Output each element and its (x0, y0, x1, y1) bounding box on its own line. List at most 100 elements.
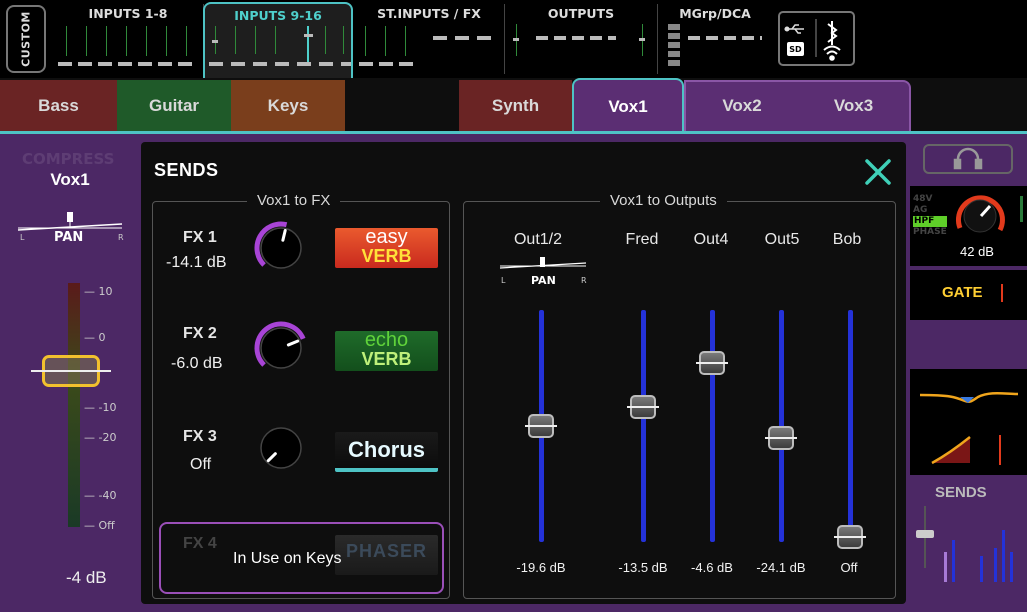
scale-mark: — -40 (84, 489, 117, 502)
scale-mark: — 0 (84, 331, 106, 344)
fx2-logo-bottom: VERB (361, 349, 412, 369)
fred-value: -13.5 dB (618, 560, 668, 575)
dca-caps (688, 36, 762, 40)
channel-fader[interactable]: — 10 — 0 — -10 — -20 — -40 — Off (14, 275, 134, 535)
bank-divider (657, 4, 658, 74)
bank-mgrp-dca[interactable]: MGrp/DCA (660, 2, 770, 76)
fred-name: Fred (625, 231, 659, 248)
mini-fader (186, 26, 187, 56)
fx1-value: -14.1 dB (166, 254, 227, 271)
fx1-easyverb-button[interactable]: easy VERB (335, 228, 438, 268)
connectivity-status[interactable]: SD (778, 11, 855, 66)
bank-inputs-9-16[interactable]: INPUTS 9-16 (203, 2, 353, 78)
mini-send-bar (1010, 552, 1013, 582)
sends-section-label: SENDS (935, 484, 987, 501)
bank-stereo-inputs-fx[interactable]: ST.INPUTS / FX (355, 2, 503, 76)
fred-fader-cap[interactable] (627, 395, 659, 419)
out4-fader-cap[interactable] (696, 351, 728, 375)
tab-keys[interactable]: Keys (231, 80, 345, 132)
mini-send-bar (994, 548, 997, 582)
gate-button[interactable]: GATE (910, 270, 1027, 320)
gate-meter (1001, 284, 1003, 302)
close-button[interactable] (862, 156, 894, 188)
output-caps (536, 36, 616, 40)
mini-fader (343, 26, 344, 54)
out-pan-right: R (581, 276, 587, 285)
channel-meter (68, 283, 80, 527)
bob-name: Bob (832, 231, 862, 248)
mini-fader (325, 26, 326, 54)
sends-title: SENDS (154, 160, 219, 180)
headphones-icon (953, 147, 983, 170)
pan-marker (67, 212, 73, 222)
custom-bank-button[interactable]: CUSTOM (6, 5, 46, 73)
channel-pan-control[interactable]: PAN L R (14, 208, 126, 250)
fx3-name: FX 3 (183, 428, 217, 445)
gain-value: 42 dB (960, 244, 994, 259)
fx3-logo: Chorus (348, 437, 425, 462)
bank-outputs-label: OUTPUTS (547, 6, 615, 21)
fx2-echoverb-button[interactable]: echo VERB (335, 331, 438, 371)
gain-knob (963, 199, 997, 233)
out-pan-label: PAN (531, 274, 556, 287)
mini-fader (405, 26, 406, 56)
bank-inputs-1-8[interactable]: INPUTS 1-8 (54, 2, 202, 76)
out12-fader-cap[interactable] (525, 414, 557, 438)
mini-fader-caps (209, 62, 351, 66)
headphone-button[interactable] (923, 144, 1013, 174)
tab-guitar-label: Guitar (148, 96, 200, 115)
mini-fader-cap (212, 40, 218, 43)
outputs-group-label: Vox1 to Outputs (600, 192, 727, 209)
mini-fader (235, 26, 236, 54)
fx2-send-knob[interactable] (253, 320, 309, 376)
bank-outputs[interactable]: OUTPUTS (506, 2, 656, 76)
channel-pan-left: L (20, 233, 25, 242)
tab-vox2[interactable]: Vox2 (686, 80, 798, 132)
tag-ag: AG (913, 205, 928, 215)
tab-synth[interactable]: Synth (459, 80, 572, 132)
bank-stereo-inputs-fx-label: ST.INPUTS / FX (377, 6, 481, 21)
scale-mark: — Off (84, 519, 115, 532)
compressor-button[interactable] (910, 423, 1027, 475)
tab-vox1[interactable]: Vox1 (572, 78, 684, 134)
preamp-panel[interactable]: 48V AG HPF PHASE 42 dB (910, 186, 1027, 266)
tab-vox2-label: Vox2 (722, 96, 762, 115)
fred-fader-track (641, 310, 646, 542)
fx-group-label: Vox1 to FX (247, 192, 341, 209)
mini-fader (275, 26, 276, 54)
fx3-value: Off (190, 456, 212, 473)
tab-synth-label: Synth (491, 96, 540, 115)
tag-48v: 48V (913, 194, 933, 204)
wifi-icon (823, 45, 841, 61)
fx3-chorus-button[interactable]: Chorus (335, 432, 438, 472)
bob-fader-cap[interactable] (834, 525, 866, 549)
mini-fader-cap (639, 38, 645, 41)
gate-label: GATE (942, 284, 983, 301)
channel-fader-cap[interactable] (31, 355, 111, 387)
fx3-send-knob[interactable] (253, 420, 309, 476)
scale-mark: — -10 (84, 401, 117, 414)
custom-bank-label: CUSTOM (19, 11, 33, 67)
out5-value: -24.1 dB (756, 560, 806, 575)
fx2-logo-top: echo (364, 331, 409, 351)
channel-name: Vox1 (50, 170, 90, 189)
mini-send-bar (952, 540, 955, 582)
bank-mgrp-dca-label: MGrp/DCA (679, 6, 751, 21)
preamp-tags: 48V AG HPF PHASE (913, 194, 947, 238)
tab-vox3[interactable]: Vox3 (798, 80, 909, 132)
mini-send-bar (980, 556, 983, 582)
fx1-logo-bottom: VERB (361, 246, 412, 266)
out5-fader-cap[interactable] (765, 426, 797, 450)
peq-button[interactable] (910, 369, 1027, 423)
tab-guitar[interactable]: Guitar (117, 80, 231, 132)
tab-bass[interactable]: Bass (0, 80, 117, 132)
out-pan-left: L (501, 276, 506, 285)
fx-return-caps (433, 36, 491, 40)
tab-empty[interactable] (345, 80, 459, 132)
out12-pan-control[interactable]: PAN L R (498, 254, 588, 288)
mute-group-indicators (668, 24, 680, 68)
fx1-send-knob[interactable] (253, 220, 309, 276)
fx4-in-use-notice: In Use on Keys (159, 522, 444, 594)
bob-value: Off (840, 560, 858, 575)
sends-mini-view[interactable] (912, 506, 1022, 582)
